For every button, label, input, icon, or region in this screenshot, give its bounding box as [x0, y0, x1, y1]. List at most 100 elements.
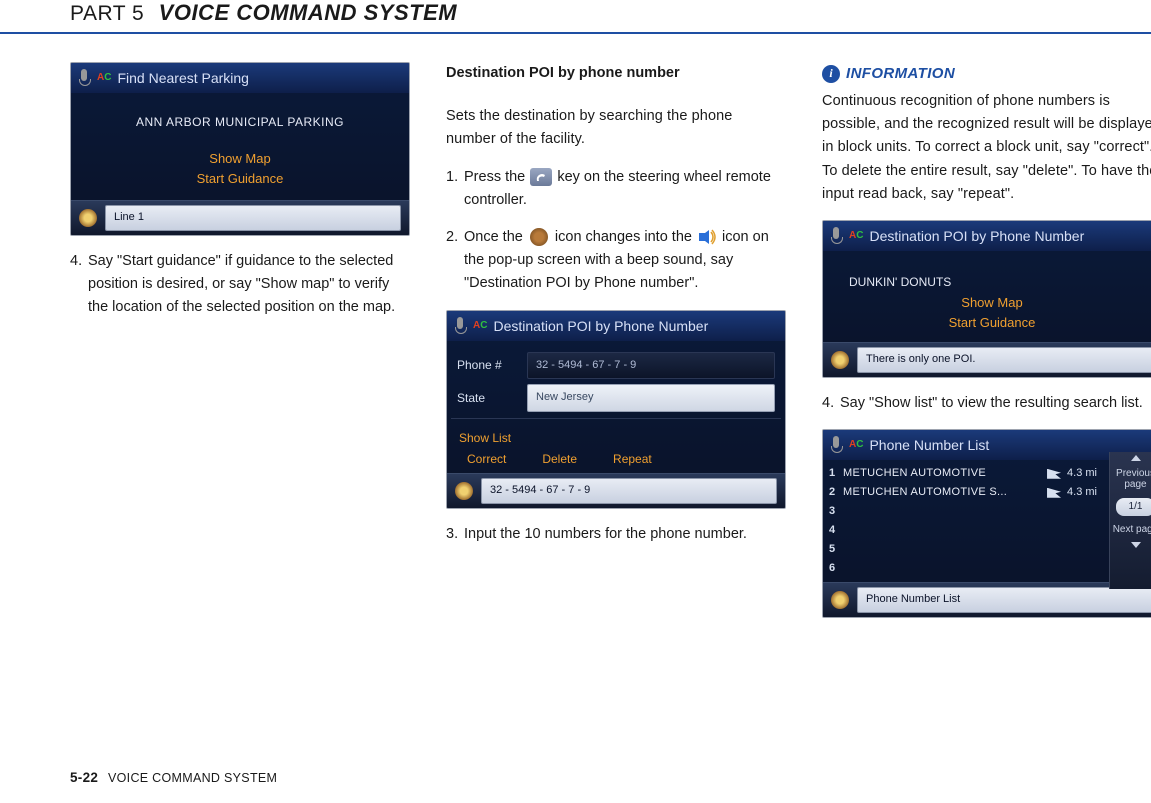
- step-3: 3. Input the 10 numbers for the phone nu…: [446, 523, 786, 546]
- phone-field[interactable]: 32 - 5494 - 67 - 7 - 9: [527, 352, 775, 380]
- flag-icon: [1047, 469, 1061, 479]
- section-heading: Destination POI by phone number: [446, 62, 786, 85]
- status-chip: 32 - 5494 - 67 - 7 - 9: [481, 478, 777, 504]
- state-label: State: [457, 389, 521, 408]
- list-item[interactable]: 5: [823, 540, 1107, 559]
- column-1: AC Find Nearest Parking ANN ARBOR MUNICI…: [70, 62, 410, 632]
- ac-icon: AC: [849, 437, 863, 453]
- screenshot-title-bar: AC Phone Number List: [823, 430, 1151, 460]
- step-2: 2. Once the icon changes into the icon o…: [446, 226, 786, 296]
- page-number: 5-22: [70, 770, 98, 785]
- footer-section: VOICE COMMAND SYSTEM: [108, 771, 277, 785]
- next-page-button[interactable]: Next page: [1110, 520, 1151, 539]
- dial-icon: [455, 482, 473, 500]
- screenshot-body: Phone # 32 - 5494 - 67 - 7 - 9 State New…: [447, 341, 785, 474]
- steering-wheel-icon: [528, 228, 550, 246]
- cmd-delete[interactable]: Delete: [542, 450, 577, 469]
- step-number: 4.: [70, 250, 88, 320]
- status-chip: Line 1: [105, 205, 401, 231]
- mic-icon: [829, 227, 843, 245]
- step-number: 4.: [822, 392, 840, 415]
- arrow-down-icon[interactable]: [1131, 542, 1141, 548]
- screenshot-footer: Line 1: [71, 200, 409, 235]
- screenshot-find-parking: AC Find Nearest Parking ANN ARBOR MUNICI…: [70, 62, 410, 236]
- step-text: Press the key on the steering wheel remo…: [464, 166, 786, 212]
- option-start-guidance[interactable]: Start Guidance: [71, 169, 409, 190]
- phone-row: Phone # 32 - 5494 - 67 - 7 - 9: [457, 352, 775, 380]
- step-4: 4. Say "Start guidance" if guidance to t…: [70, 250, 410, 320]
- option-show-map[interactable]: Show Map: [823, 293, 1151, 314]
- list-body: 1 METUCHEN AUTOMOTIVE 4.3 mi 2 METUCHEN …: [823, 460, 1151, 582]
- screenshot-title: Destination POI by Phone Number: [493, 315, 708, 337]
- page-header: PART 5 VOICE COMMAND SYSTEM: [0, 0, 1151, 34]
- screenshot-footer: There is only one POI.: [823, 342, 1151, 377]
- step-4: 4. Say "Show list" to view the resulting…: [822, 392, 1151, 415]
- list-item[interactable]: 3: [823, 502, 1107, 521]
- cmd-show-list[interactable]: Show List: [459, 429, 773, 448]
- pager: Previous page 1/1 Next page: [1109, 452, 1151, 589]
- flag-icon: [1047, 488, 1061, 498]
- option-start-guidance[interactable]: Start Guidance: [823, 313, 1151, 334]
- screenshot-poi-result: AC Destination POI by Phone Number DUNKI…: [822, 220, 1151, 378]
- mic-icon: [77, 69, 91, 87]
- screenshot-body: DUNKIN' DONUTS Show Map Start Guidance: [823, 251, 1151, 342]
- step-text: Once the icon changes into the icon on t…: [464, 226, 786, 296]
- column-3: i INFORMATION Continuous recognition of …: [822, 62, 1151, 632]
- dial-icon: [831, 351, 849, 369]
- intro-text: Sets the destination by searching the ph…: [446, 105, 786, 151]
- list-item[interactable]: 1 METUCHEN AUTOMOTIVE 4.3 mi: [823, 464, 1107, 483]
- screenshot-phone-number-list: AC Phone Number List 1 METUCHEN AUTOMOTI…: [822, 429, 1151, 618]
- poi-name: DUNKIN' DONUTS: [823, 273, 1151, 292]
- command-block: Show List Correct Delete Repeat: [451, 425, 781, 471]
- info-icon: i: [822, 65, 840, 83]
- step-text: Say "Show list" to view the resulting se…: [840, 392, 1151, 415]
- voice-key-icon: [530, 168, 552, 186]
- dial-icon: [831, 591, 849, 609]
- column-2: Destination POI by phone number Sets the…: [446, 62, 786, 632]
- information-label: INFORMATION: [846, 62, 955, 86]
- step-1: 1. Press the key on the steering wheel r…: [446, 166, 786, 212]
- ac-icon: AC: [97, 70, 111, 86]
- screenshot-footer: Phone Number List: [823, 582, 1151, 617]
- phone-label: Phone #: [457, 356, 521, 375]
- screenshot-poi-phone-entry: AC Destination POI by Phone Number Phone…: [446, 310, 786, 510]
- mic-icon: [829, 436, 843, 454]
- step-text: Say "Start guidance" if guidance to the …: [88, 250, 410, 320]
- option-show-map[interactable]: Show Map: [71, 149, 409, 170]
- screenshot-footer: 32 - 5494 - 67 - 7 - 9: [447, 473, 785, 508]
- screenshot-title-bar: AC Destination POI by Phone Number: [447, 311, 785, 341]
- list-item[interactable]: 4: [823, 521, 1107, 540]
- mic-icon: [453, 317, 467, 335]
- screenshot-title-bar: AC Find Nearest Parking: [71, 63, 409, 93]
- page-title: VOICE COMMAND SYSTEM: [159, 0, 457, 26]
- screenshot-title: Phone Number List: [869, 434, 989, 456]
- step-number: 2.: [446, 226, 464, 296]
- arrow-up-icon[interactable]: [1131, 455, 1141, 461]
- list-item[interactable]: 6: [823, 559, 1107, 578]
- content-columns: AC Find Nearest Parking ANN ARBOR MUNICI…: [0, 62, 1151, 632]
- cmd-repeat[interactable]: Repeat: [613, 450, 652, 469]
- page-indicator: 1/1: [1116, 498, 1151, 516]
- information-header: i INFORMATION: [822, 62, 1151, 86]
- divider: [451, 418, 781, 419]
- step-number: 3.: [446, 523, 464, 546]
- screenshot-body: ANN ARBOR MUNICIPAL PARKING Show Map Sta…: [71, 93, 409, 200]
- speak-icon: [697, 228, 717, 246]
- status-chip: There is only one POI.: [857, 347, 1151, 373]
- list-item[interactable]: 2 METUCHEN AUTOMOTIVE S... 4.3 mi: [823, 483, 1107, 502]
- poi-name: ANN ARBOR MUNICIPAL PARKING: [71, 113, 409, 132]
- part-label: PART 5: [70, 2, 144, 26]
- step-number: 1.: [446, 166, 464, 212]
- prev-page-button[interactable]: Previous page: [1110, 464, 1151, 494]
- information-body: Continuous recognition of phone numbers …: [822, 90, 1151, 206]
- step-text: Input the 10 numbers for the phone numbe…: [464, 523, 786, 546]
- dial-icon: [79, 209, 97, 227]
- ac-icon: AC: [849, 228, 863, 244]
- screenshot-title-bar: AC Destination POI by Phone Number: [823, 221, 1151, 251]
- state-row: State New Jersey: [457, 384, 775, 412]
- screenshot-title: Find Nearest Parking: [117, 67, 249, 89]
- state-field[interactable]: New Jersey: [527, 384, 775, 412]
- page-footer: 5-22 VOICE COMMAND SYSTEM: [70, 770, 277, 785]
- screenshot-title: Destination POI by Phone Number: [869, 225, 1084, 247]
- cmd-correct[interactable]: Correct: [467, 450, 506, 469]
